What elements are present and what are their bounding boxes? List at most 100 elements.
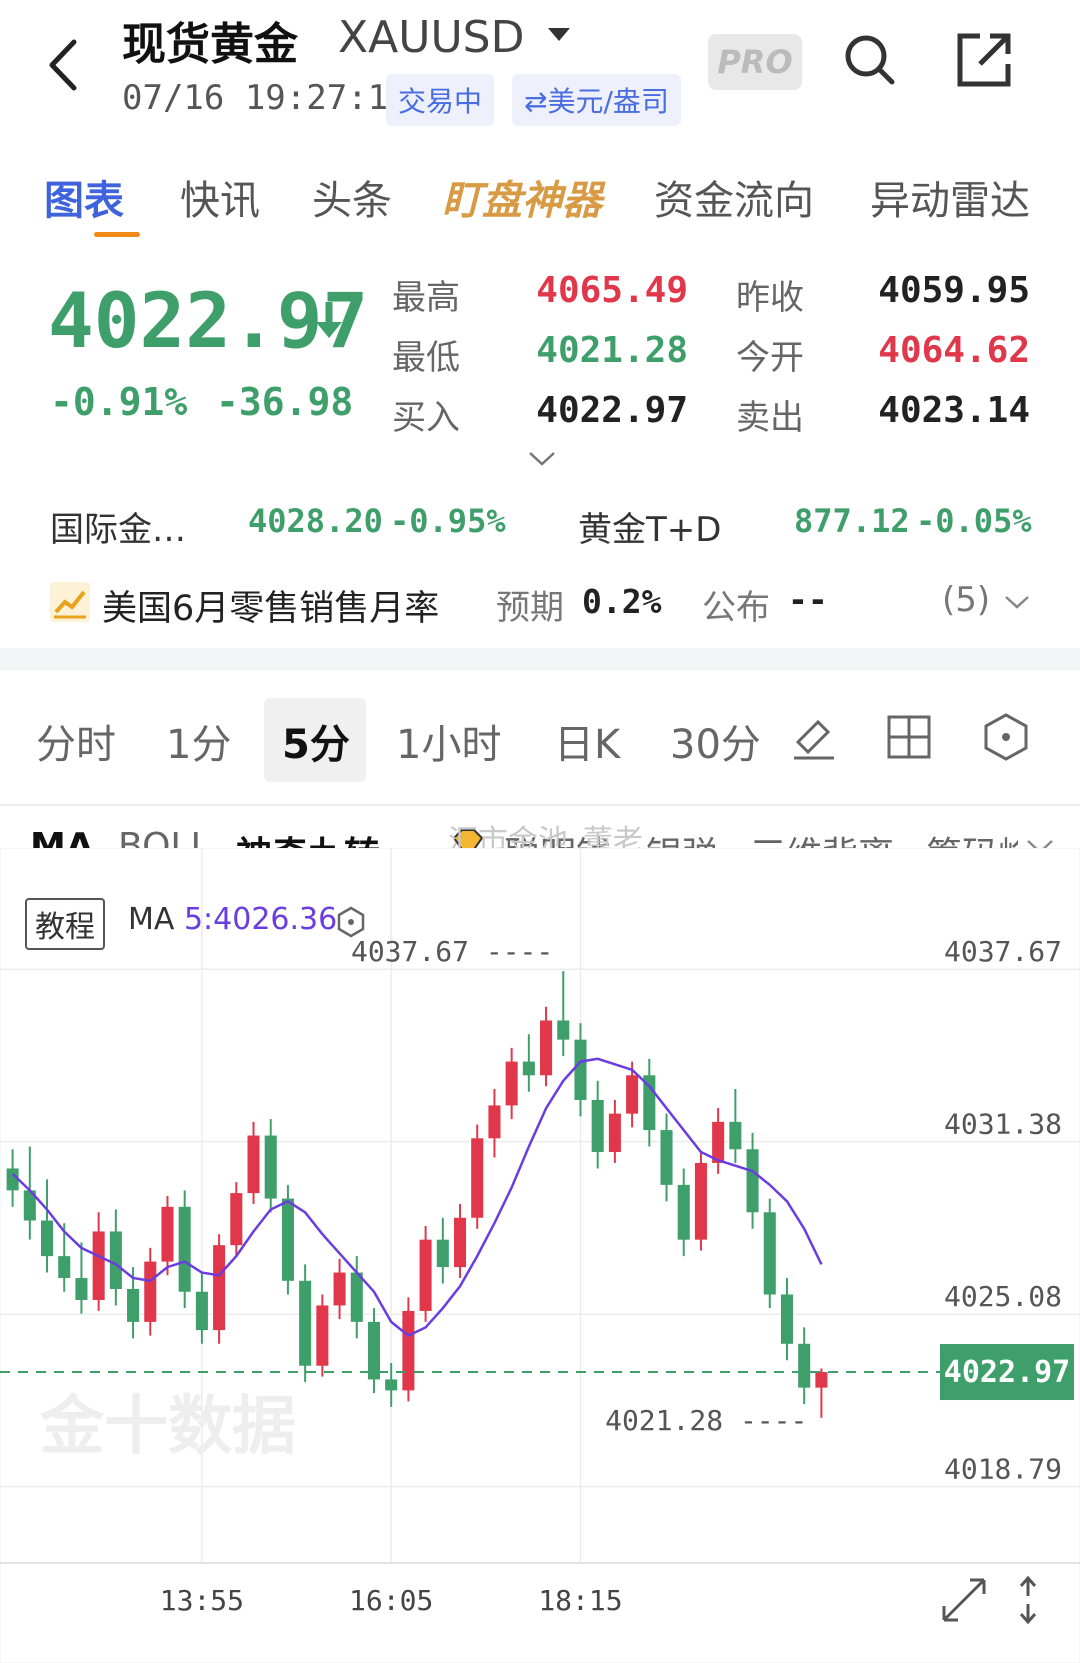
published-value: -- xyxy=(788,580,828,619)
prev-close-value: 4059.95 xyxy=(878,270,1030,311)
quote-datetime: 07/16 19:27:18 xyxy=(122,78,409,118)
draw-tool-icon[interactable] xyxy=(788,712,838,762)
period-tab-timeshare[interactable]: 分时 xyxy=(36,712,116,770)
unit-toggle[interactable]: ⇄美元/盎司 xyxy=(512,74,681,126)
caret-down-icon[interactable] xyxy=(548,28,570,41)
trading-status-badge: 交易中 xyxy=(386,74,495,126)
intl-gold-name[interactable]: 国际金… xyxy=(50,502,186,551)
gold-td-pct: -0.05% xyxy=(916,502,1032,540)
ma-legend-value: 5:4026.36 xyxy=(183,902,338,937)
candle-body xyxy=(763,1212,776,1295)
candle-body xyxy=(694,1162,707,1240)
price-tick-label: 4025.08 xyxy=(944,1280,1062,1313)
expected-value: 0.2% xyxy=(582,582,662,621)
ask-label: 卖出 xyxy=(736,398,804,438)
period-tab-30m[interactable]: 30分 xyxy=(670,712,761,770)
down-arrow-icon xyxy=(316,302,342,338)
tutorial-button[interactable]: 教程 xyxy=(25,898,105,950)
tab-headlines[interactable]: 头条 xyxy=(312,168,392,226)
price-tick-label: 4037.67 xyxy=(944,935,1062,968)
candle-body xyxy=(350,1272,363,1322)
section-divider xyxy=(0,648,1080,670)
search-icon[interactable] xyxy=(840,30,900,90)
candle-body xyxy=(574,1039,587,1100)
candle-body xyxy=(453,1217,467,1268)
published-label: 公布 xyxy=(702,588,770,628)
candle-body xyxy=(729,1121,742,1150)
tab-anomaly-radar[interactable]: 异动雷达 xyxy=(870,168,1030,226)
candle-body xyxy=(780,1294,794,1344)
change-percent: -0.91% xyxy=(50,380,188,424)
candle-body xyxy=(660,1130,673,1185)
period-tab-daily[interactable]: 日K xyxy=(554,712,620,770)
candle-body xyxy=(144,1261,157,1322)
candle xyxy=(213,1234,226,1344)
ma-legend-name: MA xyxy=(128,902,175,937)
settings-hex-icon[interactable] xyxy=(982,712,1030,762)
period-tab-1h[interactable]: 1小时 xyxy=(396,712,501,770)
gold-td-name[interactable]: 黄金T+D xyxy=(578,502,721,551)
divider xyxy=(0,804,1080,806)
candle xyxy=(316,1294,329,1377)
max-price-label: 4037.67 ---- xyxy=(351,935,553,968)
share-icon[interactable] xyxy=(954,30,1014,90)
open-value: 4064.62 xyxy=(878,330,1030,371)
low-value: 4021.28 xyxy=(536,330,688,371)
kline-chart[interactable]: 4037.67 4031.38 4025.08 4018.79 13:55 16:05 18… xyxy=(0,848,1080,1663)
price-tick-label: 4031.38 xyxy=(944,1108,1062,1141)
high-value: 4065.49 xyxy=(536,270,688,311)
candle-body xyxy=(746,1149,759,1213)
bid-label: 买入 xyxy=(392,398,460,438)
min-price-label: 4021.28 ---- xyxy=(605,1404,807,1437)
candle-body xyxy=(488,1105,501,1139)
tab-chart[interactable]: 图表 xyxy=(44,168,124,226)
prev-close-label: 昨收 xyxy=(736,278,804,318)
expand-chevron-icon[interactable] xyxy=(528,450,556,468)
time-tick-label: 13:55 xyxy=(160,1584,244,1617)
candle-body xyxy=(230,1193,243,1246)
candle xyxy=(178,1190,191,1309)
candle-body xyxy=(471,1138,484,1218)
candle xyxy=(299,1264,312,1383)
candle-body xyxy=(402,1310,415,1391)
candle-body xyxy=(264,1135,277,1199)
intl-gold-price: 4028.20 xyxy=(248,502,383,540)
candle-body xyxy=(677,1184,690,1240)
event-title[interactable]: 美国6月零售销售月率 xyxy=(102,580,439,631)
bid-value: 4022.97 xyxy=(536,390,688,431)
symbol-selector[interactable]: XAUUSD xyxy=(338,12,524,63)
candle xyxy=(694,1152,707,1251)
gold-td-price: 877.12 xyxy=(794,502,910,540)
ma-legend: MA 5:4026.36 xyxy=(128,902,337,937)
candle-body xyxy=(40,1220,54,1257)
period-tab-5m[interactable]: 5分 xyxy=(282,712,350,770)
candle xyxy=(230,1182,243,1257)
candle-body xyxy=(419,1239,432,1311)
event-chart-icon xyxy=(50,582,90,622)
period-tab-1m[interactable]: 1分 xyxy=(166,712,231,770)
change-value: -36.98 xyxy=(216,380,354,424)
page-title: 现货黄金 xyxy=(122,19,298,70)
candle-body xyxy=(109,1231,122,1289)
candle-body xyxy=(815,1372,828,1388)
tab-news-flash[interactable]: 快讯 xyxy=(180,168,260,226)
time-tick-label: 16:05 xyxy=(349,1584,433,1617)
intl-gold-pct: -0.95% xyxy=(390,502,506,540)
candle-body xyxy=(591,1099,604,1152)
layout-grid-icon[interactable] xyxy=(886,714,932,760)
event-expand-chevron-icon[interactable] xyxy=(1004,594,1030,610)
pro-button[interactable]: PRO xyxy=(708,34,802,90)
event-count[interactable]: (5) xyxy=(942,580,990,620)
back-arrow-icon[interactable] xyxy=(40,30,90,100)
time-tick-label: 18:15 xyxy=(538,1584,622,1617)
tab-watch-tool[interactable]: 盯盘神器 xyxy=(442,168,602,226)
tab-fund-flow[interactable]: 资金流向 xyxy=(654,168,814,226)
candle-body xyxy=(299,1280,312,1366)
current-price-label: 4022.97 xyxy=(944,1355,1070,1390)
candle-body xyxy=(247,1135,260,1194)
candle xyxy=(471,1124,484,1229)
tab-active-indicator xyxy=(94,232,140,237)
candle-body xyxy=(316,1305,329,1366)
candle-body xyxy=(608,1113,621,1152)
ma-settings-icon[interactable] xyxy=(336,906,366,938)
